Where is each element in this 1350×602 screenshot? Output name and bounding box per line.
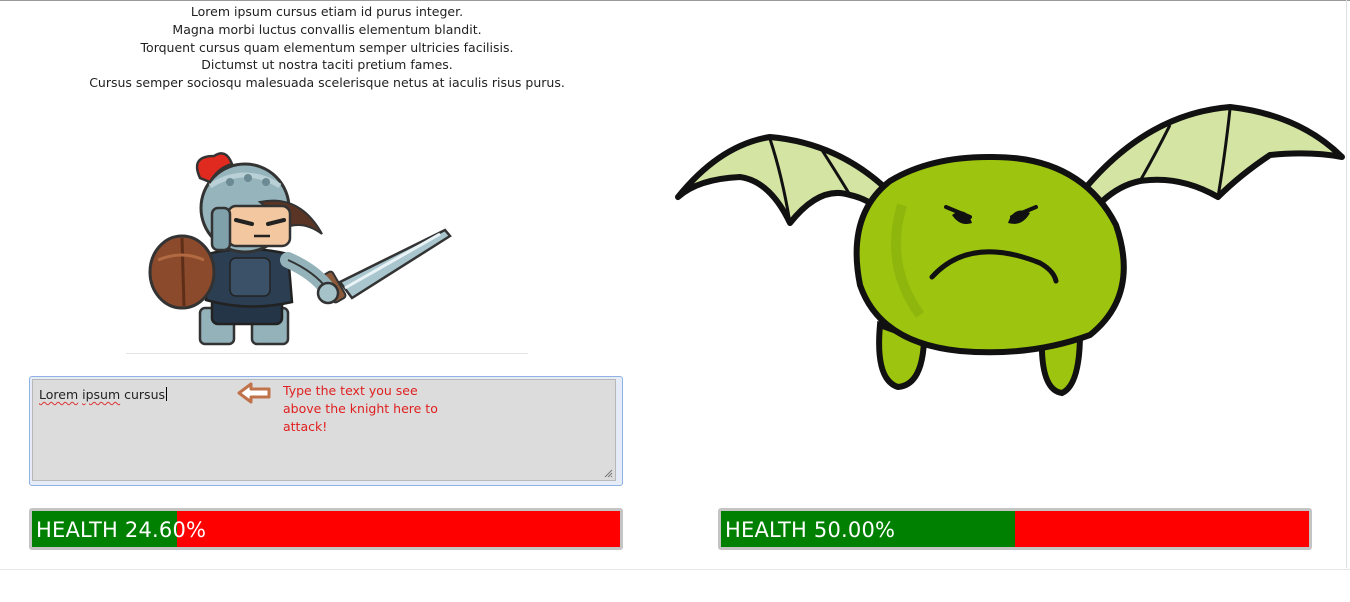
footer-divider: [0, 569, 1350, 570]
left-arrow-icon: [237, 382, 271, 404]
typed-word: Lorem: [39, 387, 79, 402]
text-caret: [166, 387, 168, 401]
passage-line: Torquent cursus quam elementum semper ul…: [140, 39, 514, 55]
player-health-bar: HEALTH 24.60%: [29, 508, 623, 550]
typed-word: cursus: [124, 387, 166, 402]
passage-text: Lorem ipsum cursus etiam id purus intege…: [30, 3, 624, 92]
typed-word: ipsum: [82, 387, 121, 402]
passage-line: Lorem ipsum cursus etiam id purus intege…: [190, 4, 464, 19]
player-health-label: HEALTH 24.60%: [36, 518, 207, 542]
enemy-health-label: HEALTH 50.00%: [725, 518, 896, 542]
knight-ground-line: [126, 353, 528, 354]
passage-line: Dictumst ut nostra taciti pretium fames.: [201, 57, 453, 73]
resize-grip-icon[interactable]: [604, 469, 613, 478]
typing-input-value: Lorem ipsum cursus: [39, 387, 168, 402]
knight-sprite: [148, 152, 452, 346]
enemy-health-bar: HEALTH 50.00%: [718, 508, 1312, 550]
passage-line: Cursus semper sociosqu malesuada sceleri…: [89, 75, 565, 91]
window-top-border: [0, 0, 1350, 1]
green-bat-monster-sprite: [675, 104, 1345, 397]
passage-line: Magna morbi luctus convallis elementum b…: [172, 21, 482, 37]
hint-text: Type the text you see above the knight h…: [283, 383, 438, 434]
